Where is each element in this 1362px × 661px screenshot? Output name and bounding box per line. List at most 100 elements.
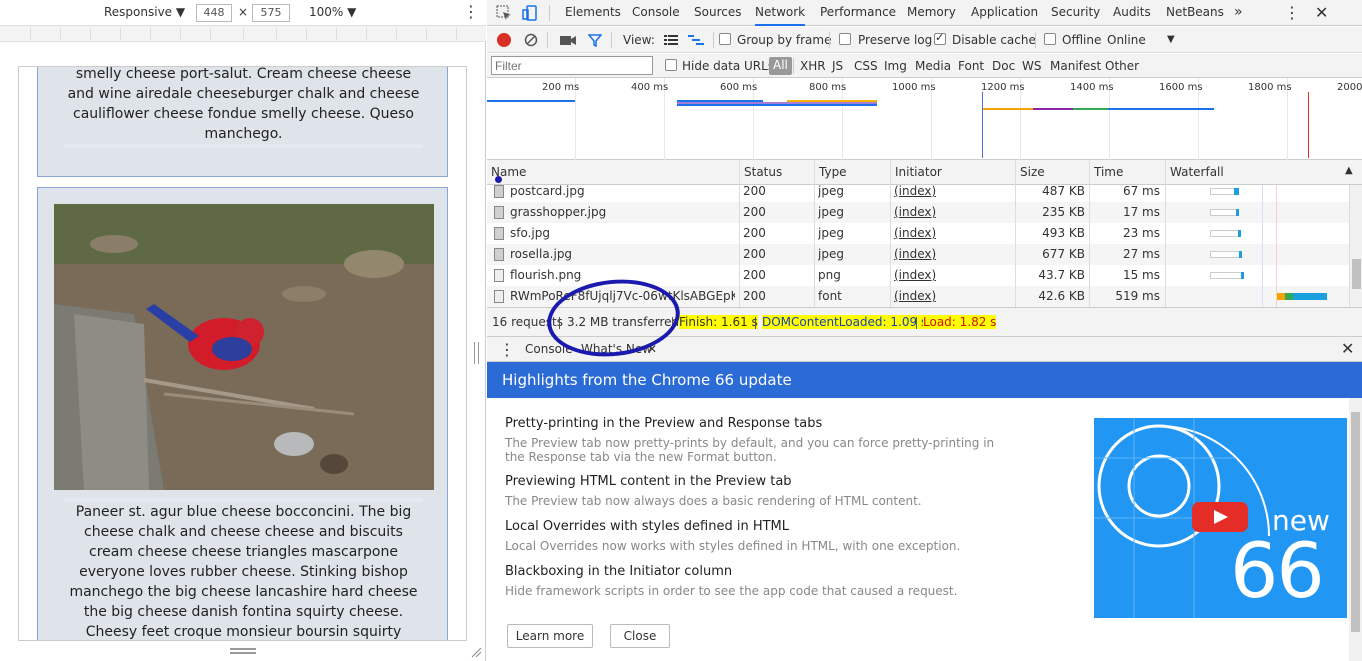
- preserve-log-label: Preserve log: [858, 33, 933, 47]
- request-status: 200: [743, 247, 766, 261]
- request-type: jpeg: [818, 205, 844, 219]
- filter-type-media[interactable]: Media: [915, 59, 951, 73]
- hide-data-urls-checkbox[interactable]: [665, 59, 677, 71]
- blank-file-icon: [494, 269, 504, 282]
- drawer-tab-console[interactable]: Console: [525, 342, 573, 356]
- request-name: postcard.jpg: [510, 185, 585, 198]
- tab-performance[interactable]: Performance: [820, 0, 896, 26]
- tab-elements[interactable]: Elements: [565, 0, 621, 26]
- table-row[interactable]: rosella.jpg 200 jpeg (index) 677 KB 27 m…: [487, 244, 1349, 265]
- column-time[interactable]: Time: [1089, 160, 1165, 185]
- column-size[interactable]: Size: [1015, 160, 1089, 185]
- table-row[interactable]: grasshopper.jpg 200 jpeg (index) 235 KB …: [487, 202, 1349, 223]
- overview-tick: 600 ms: [720, 82, 758, 93]
- tab-audits[interactable]: Audits: [1113, 0, 1151, 26]
- overview-tick: 2000: [1337, 82, 1362, 93]
- throttling-label: Online: [1107, 33, 1146, 47]
- tab-memory[interactable]: Memory: [907, 0, 956, 26]
- corner-resize-icon[interactable]: [470, 646, 482, 658]
- feature-title[interactable]: Previewing HTML content in the Preview t…: [505, 474, 792, 489]
- filter-type-xhr[interactable]: XHR: [800, 59, 826, 73]
- record-icon[interactable]: [497, 33, 511, 47]
- request-initiator-link[interactable]: (index): [894, 223, 936, 244]
- disable-cache-checkbox[interactable]: [934, 31, 946, 45]
- filter-type-js[interactable]: JS: [832, 59, 843, 73]
- media-query-ruler: [0, 26, 486, 42]
- filter-icon[interactable]: [587, 32, 603, 48]
- request-list: postcard.jpg 200 jpeg (index) 487 KB 67 …: [487, 185, 1349, 307]
- devtools-menu-icon[interactable]: ⋮: [1284, 0, 1300, 26]
- tab-security[interactable]: Security: [1051, 0, 1100, 26]
- filter-type-doc[interactable]: Doc: [992, 59, 1015, 73]
- request-initiator-link[interactable]: (index): [894, 185, 936, 202]
- tab-netbeans[interactable]: NetBeans: [1166, 0, 1224, 26]
- throttling-select[interactable]: Online: [1107, 33, 1146, 47]
- request-initiator-link[interactable]: (index): [894, 286, 936, 307]
- whats-new-scrollbar[interactable]: [1349, 398, 1362, 661]
- tab-sources[interactable]: Sources: [694, 0, 741, 26]
- clear-icon[interactable]: [523, 32, 539, 48]
- table-row[interactable]: sfo.jpg 200 jpeg (index) 493 KB 23 ms: [487, 223, 1349, 244]
- filter-type-font[interactable]: Font: [958, 59, 984, 73]
- tab-network[interactable]: Network: [755, 0, 806, 26]
- drawer-tab-whats-new[interactable]: What's New: [581, 342, 652, 356]
- filter-type-ws[interactable]: WS: [1022, 59, 1041, 73]
- request-initiator-link[interactable]: (index): [894, 265, 936, 286]
- column-type[interactable]: Type: [814, 160, 890, 185]
- column-status[interactable]: Status: [739, 160, 814, 185]
- tab-console[interactable]: Console: [632, 0, 680, 26]
- offline-checkbox[interactable]: [1044, 33, 1056, 45]
- request-status: 200: [743, 268, 766, 282]
- column-waterfall[interactable]: Waterfall: [1165, 160, 1349, 185]
- image-file-icon: [494, 206, 504, 219]
- sort-ascending-icon[interactable]: ▲: [1345, 165, 1353, 176]
- device-toolbar-icon[interactable]: [521, 4, 539, 22]
- close-button[interactable]: Close: [610, 624, 670, 648]
- filter-type-other[interactable]: Other: [1105, 59, 1139, 73]
- close-drawer-icon[interactable]: ✕: [1341, 339, 1354, 358]
- viewport-height-input[interactable]: 575: [252, 4, 290, 22]
- overview-icon[interactable]: [687, 32, 705, 48]
- throttling-chevron-icon[interactable]: ▼: [1167, 34, 1175, 45]
- inspect-element-icon[interactable]: [495, 4, 513, 22]
- tab-application[interactable]: Application: [971, 0, 1038, 26]
- overview-tick: 400 ms: [631, 82, 669, 93]
- viewport-width-input[interactable]: 448: [196, 4, 232, 22]
- table-row[interactable]: postcard.jpg 200 jpeg (index) 487 KB 67 …: [487, 185, 1349, 202]
- table-row[interactable]: flourish.png 200 png (index) 43.7 KB 15 …: [487, 265, 1349, 286]
- request-initiator-link[interactable]: (index): [894, 202, 936, 223]
- large-rows-icon[interactable]: [663, 32, 679, 48]
- overview-tick: 1600 ms: [1159, 82, 1203, 93]
- side-resize-handle[interactable]: [474, 342, 479, 364]
- filter-type-all[interactable]: All: [769, 57, 792, 75]
- column-initiator[interactable]: Initiator: [890, 160, 1015, 185]
- more-options-icon[interactable]: ⋮: [463, 2, 479, 21]
- zoom-select[interactable]: 100% ▼: [309, 5, 356, 19]
- bottom-resize-handle[interactable]: [230, 648, 256, 654]
- filter-type-img[interactable]: Img: [884, 59, 907, 73]
- request-count: 16 requests: [492, 315, 563, 329]
- device-mode-select[interactable]: Responsive ▼: [104, 5, 185, 19]
- request-initiator-link[interactable]: (index): [894, 244, 936, 265]
- table-row[interactable]: RWmPoReF8fUjqlj7Vc-06wtKlsABGEpKF... 200…: [487, 286, 1349, 307]
- filter-type-css[interactable]: CSS: [854, 59, 878, 73]
- chrome-66-promo-video[interactable]: new 66: [1094, 418, 1347, 618]
- filter-type-manifest[interactable]: Manifest: [1050, 59, 1101, 73]
- request-time: 519 ms: [1115, 289, 1160, 303]
- network-summary-bar: 16 requests 3.2 MB transferred Finish: 1…: [487, 307, 1362, 337]
- request-list-scrollbar[interactable]: [1349, 185, 1362, 307]
- column-name[interactable]: Name: [487, 160, 739, 185]
- page-viewport: smelly cheese port-salut. Cream cheese c…: [18, 66, 467, 641]
- drawer-menu-icon[interactable]: ⋮: [499, 340, 515, 359]
- learn-more-button[interactable]: Learn more: [507, 624, 593, 648]
- close-devtools-icon[interactable]: ✕: [1315, 0, 1328, 26]
- feature-title[interactable]: Local Overrides with styles defined in H…: [505, 519, 789, 534]
- more-tabs-icon[interactable]: »: [1234, 0, 1243, 26]
- filter-input[interactable]: [491, 56, 653, 75]
- capture-screenshots-icon[interactable]: [559, 32, 577, 48]
- close-tab-icon[interactable]: ✕: [647, 342, 657, 356]
- preserve-log-checkbox[interactable]: [839, 33, 851, 45]
- feature-title[interactable]: Blackboxing in the Initiator column: [505, 564, 732, 579]
- feature-title[interactable]: Pretty-printing in the Preview and Respo…: [505, 416, 822, 431]
- group-by-frame-checkbox[interactable]: [719, 33, 731, 45]
